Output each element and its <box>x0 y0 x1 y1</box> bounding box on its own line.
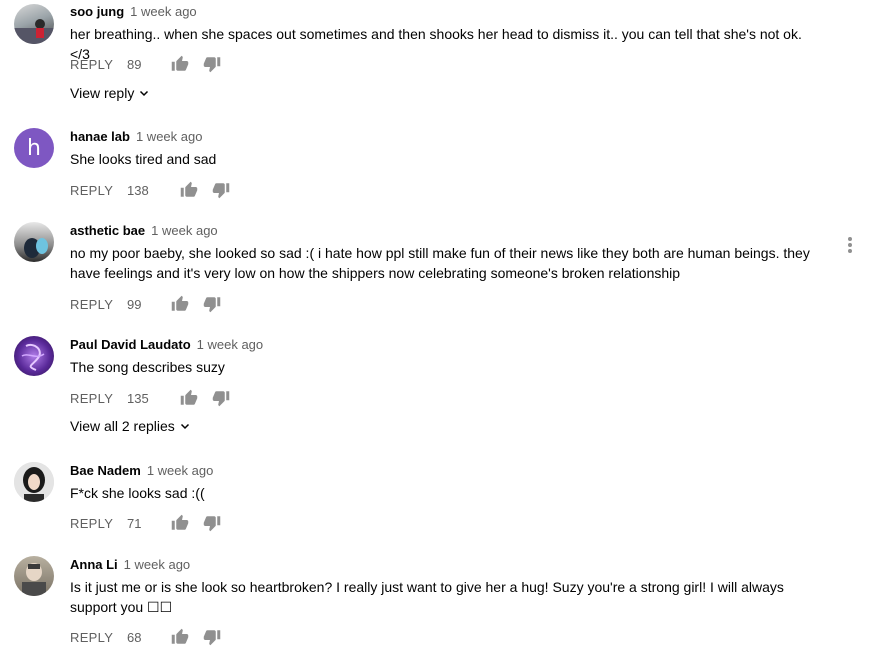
view-replies-button[interactable]: View all 2 replies <box>70 418 191 434</box>
comment-actions: REPLY 89 <box>70 54 235 74</box>
thumbs-down-icon[interactable] <box>203 514 221 532</box>
reply-button[interactable]: REPLY <box>70 183 127 198</box>
comment-header: Paul David Laudato 1 week ago <box>70 337 263 352</box>
thumbs-down-icon[interactable] <box>212 181 230 199</box>
like-count: 138 <box>127 182 149 198</box>
thumbs-up-icon[interactable] <box>171 295 189 313</box>
avatar[interactable]: h <box>14 128 54 168</box>
avatar-photo-icon <box>22 563 46 596</box>
reply-button[interactable]: REPLY <box>70 630 127 645</box>
avatar[interactable] <box>14 222 54 262</box>
view-replies-label: View all 2 replies <box>70 418 175 434</box>
author-name[interactable]: soo jung <box>70 4 124 19</box>
avatar-photo-icon <box>14 19 54 44</box>
like-count: 89 <box>127 56 142 72</box>
avatar[interactable] <box>14 4 54 44</box>
avatar[interactable] <box>14 556 54 596</box>
like-count: 68 <box>127 629 142 645</box>
thumbs-up-icon[interactable] <box>171 628 189 646</box>
author-name[interactable]: asthetic bae <box>70 223 145 238</box>
like-count: 99 <box>127 296 142 312</box>
avatar-neon-icon <box>21 344 45 371</box>
chevron-down-icon <box>180 423 189 430</box>
comment-text: The song describes suzy <box>70 359 225 375</box>
comment-text: no my poor baeby, she looked so sad :( i… <box>70 245 810 281</box>
avatar-photo-icon <box>14 462 54 502</box>
thumbs-down-icon[interactable] <box>212 389 230 407</box>
comment-actions: REPLY 99 <box>70 294 235 314</box>
thumbs-down-icon[interactable] <box>203 295 221 313</box>
comment-actions: REPLY 68 <box>70 627 235 647</box>
comment-actions: REPLY 138 <box>70 180 244 200</box>
timestamp[interactable]: 1 week ago <box>151 223 218 238</box>
author-name[interactable]: Bae Nadem <box>70 463 141 478</box>
thumbs-up-icon[interactable] <box>171 55 189 73</box>
like-count: 71 <box>127 515 142 531</box>
author-name[interactable]: hanae lab <box>70 129 130 144</box>
reply-button[interactable]: REPLY <box>70 297 127 312</box>
timestamp[interactable]: 1 week ago <box>124 557 191 572</box>
comment-header: Bae Nadem 1 week ago <box>70 463 213 478</box>
avatar-letter: h <box>27 135 41 161</box>
comment-actions: REPLY 135 <box>70 388 244 408</box>
comment-header: Anna Li 1 week ago <box>70 557 190 572</box>
timestamp[interactable]: 1 week ago <box>197 337 264 352</box>
comment-header: soo jung 1 week ago <box>70 4 197 19</box>
chevron-down-icon <box>140 90 149 97</box>
comment-text: Is it just me or is she look so heartbro… <box>70 579 784 615</box>
timestamp[interactable]: 1 week ago <box>136 129 203 144</box>
reply-button[interactable]: REPLY <box>70 57 127 72</box>
thumbs-up-icon[interactable] <box>171 514 189 532</box>
thumbs-down-icon[interactable] <box>203 628 221 646</box>
thumbs-up-icon[interactable] <box>180 181 198 199</box>
like-count: 135 <box>127 390 149 406</box>
thumbs-up-icon[interactable] <box>180 389 198 407</box>
comment-header: asthetic bae 1 week ago <box>70 223 218 238</box>
author-name[interactable]: Anna Li <box>70 557 118 572</box>
more-vert-icon[interactable] <box>847 236 853 254</box>
reply-button[interactable]: REPLY <box>70 391 127 406</box>
comment-actions: REPLY 71 <box>70 513 235 533</box>
author-name[interactable]: Paul David Laudato <box>70 337 191 352</box>
view-replies-button[interactable]: View reply <box>70 85 150 101</box>
comment-text: F*ck she looks sad :(( <box>70 485 205 501</box>
reply-button[interactable]: REPLY <box>70 516 127 531</box>
timestamp[interactable]: 1 week ago <box>130 4 197 19</box>
comment-text: She looks tired and sad <box>70 151 217 167</box>
avatar[interactable] <box>14 462 54 502</box>
view-replies-label: View reply <box>70 85 135 101</box>
timestamp[interactable]: 1 week ago <box>147 463 214 478</box>
avatar[interactable] <box>14 336 54 376</box>
comment-header: hanae lab 1 week ago <box>70 129 202 144</box>
avatar-photo-icon <box>24 238 48 258</box>
thumbs-down-icon[interactable] <box>203 55 221 73</box>
